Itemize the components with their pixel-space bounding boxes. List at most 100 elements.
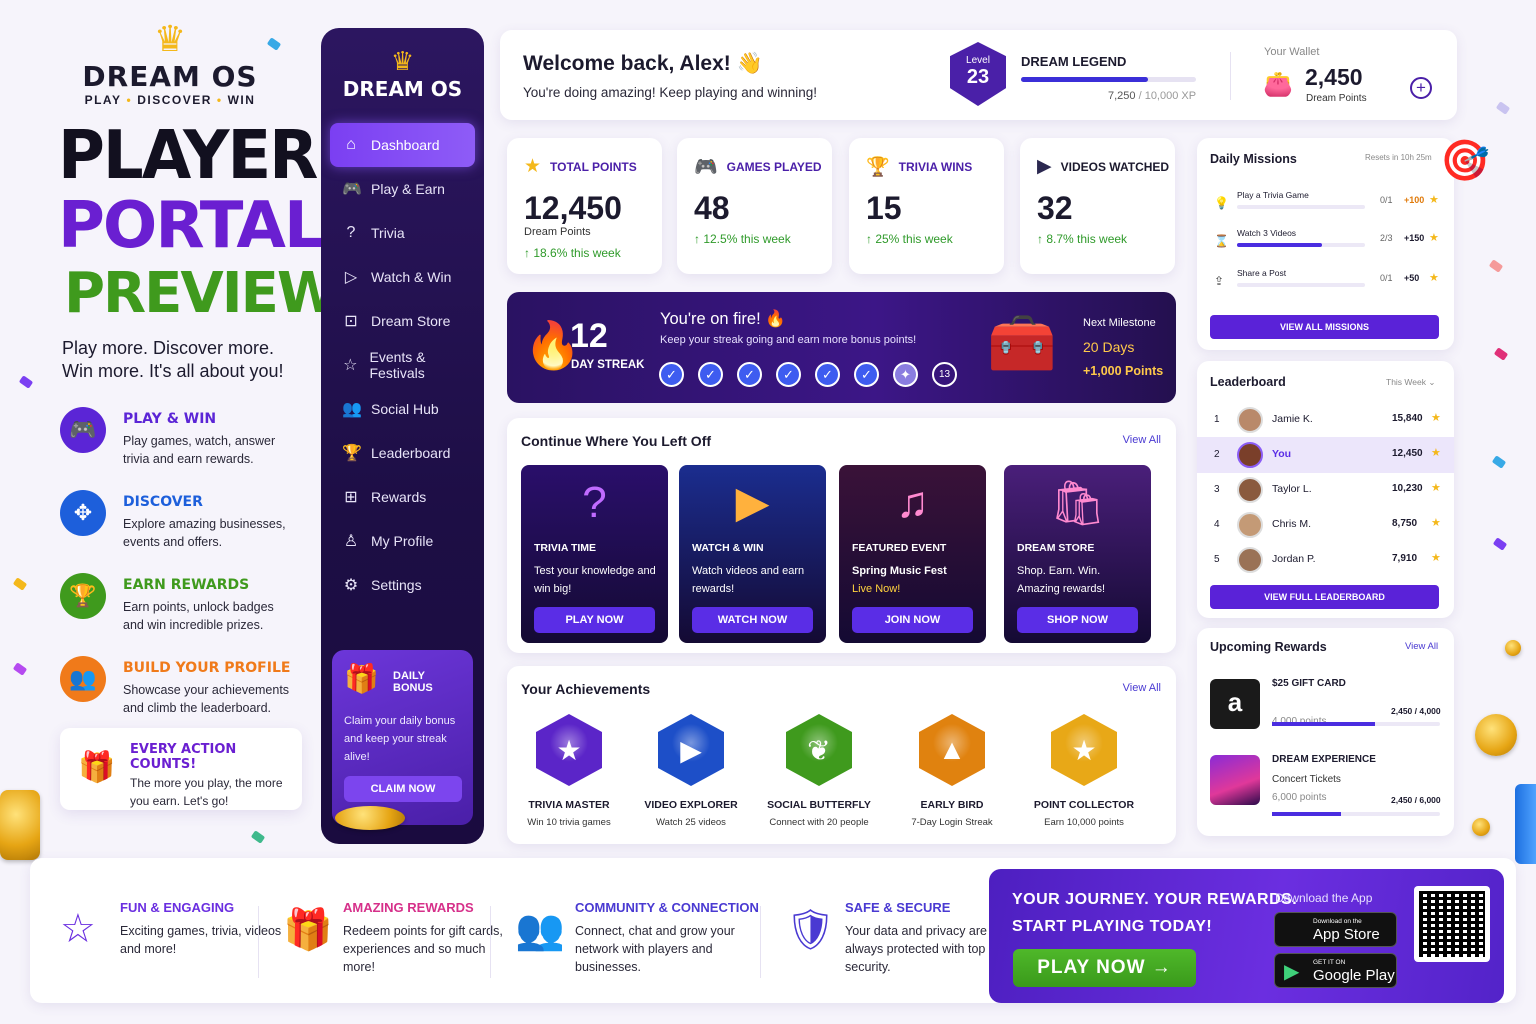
leaderboard-points: 7,910 — [1392, 553, 1418, 564]
feature-text: PLAY & WIN Play games, watch, answer triv… — [123, 407, 293, 468]
share-icon: ⇪ — [1214, 274, 1225, 288]
game-card-desc: Test your knowledge and win big! — [534, 565, 656, 595]
sidebar-item-rewards[interactable]: ⊞ Rewards — [330, 475, 475, 519]
view-all-missions-button[interactable]: VIEW ALL MISSIONS — [1210, 315, 1439, 339]
sidebar-item-label: Leaderboard — [371, 445, 451, 461]
sidebar-item-leaderboard[interactable]: 🏆 Leaderboard — [330, 431, 475, 475]
confetti — [18, 375, 34, 389]
game-card-desc: Shop. Earn. Win. Amazing rewards! — [1017, 565, 1106, 595]
game-card-art: ? — [582, 477, 607, 527]
achievement-badge[interactable]: ▲ EARLY BIRD 7-Day Login Streak — [890, 714, 1014, 828]
avatar — [1237, 407, 1263, 433]
game-card[interactable]: ? TRIVIA TIME Test your knowledge and win … — [521, 465, 668, 643]
mission-row[interactable]: ⇪ Share a Post 0/1 +50 ★ — [1210, 266, 1442, 296]
achievement-desc: Win 10 trivia games — [527, 817, 611, 828]
sidebar-item-watch-win[interactable]: ▷ Watch & Win — [330, 255, 475, 299]
gift-icon: ⊞ — [344, 489, 358, 506]
sidebar-item-play-earn[interactable]: 🎮 Play & Earn — [330, 167, 475, 211]
reward-progress-bar — [1272, 722, 1440, 726]
sidebar-item-events-festivals[interactable]: ☆ Events & Festivals — [330, 343, 475, 387]
leaderboard-row[interactable]: 4 Chris M. 8,750 ★ — [1197, 507, 1454, 543]
game-card[interactable]: ▶ WATCH & WIN Watch videos and earn reward… — [679, 465, 826, 643]
compass-icon: ✥ — [60, 490, 106, 536]
reward-sub: Concert Tickets — [1272, 774, 1341, 785]
sidebar-item-settings[interactable]: ⚙ Settings — [330, 563, 475, 607]
game-card-button[interactable]: JOIN NOW — [852, 607, 973, 633]
leaderboard-row[interactable]: 5 Jordan P. 7,910 ★ — [1197, 542, 1454, 578]
stat-title: GAMES PLAYED — [726, 160, 822, 174]
mission-reward: +150 — [1404, 233, 1425, 243]
mission-row[interactable]: ⌛ Watch 3 Videos 2/3 +150 ★ — [1210, 226, 1442, 256]
qr-code[interactable] — [1414, 886, 1490, 962]
bottom-feature-title: SAFE & SECURE — [845, 900, 951, 915]
shield-outline-icon: 🛡 — [785, 908, 836, 952]
achievements-view-all-link[interactable]: View All — [1123, 682, 1161, 694]
point-collector-badge-icon: ★ — [1051, 714, 1117, 786]
game-card[interactable]: 🛍 DREAM STORE Shop. Earn. Win. Amazing rew… — [1004, 465, 1151, 643]
feature-text: BUILD YOUR PROFILE Showcase your achievem… — [123, 656, 293, 717]
daily-missions-card: Daily Missions Resets in 10h 25m 💡 Play a… — [1197, 138, 1454, 350]
leaderboard-points: 10,230 — [1392, 483, 1423, 494]
level-badge: Level 23 — [950, 42, 1006, 106]
sidebar-item-social-hub[interactable]: 👥 Social Hub — [330, 387, 475, 431]
reward-progress: 2,450 / 4,000 — [1391, 706, 1441, 716]
app-store-button[interactable]: Download on the App Store — [1274, 912, 1397, 947]
claim-now-button[interactable]: CLAIM NOW — [344, 776, 462, 802]
brand-name: DREAM OS — [82, 60, 258, 93]
trophy-icon: 🏆 — [60, 573, 106, 619]
xp-readout: 7,250 / 10,000 XP — [1108, 90, 1196, 102]
bottom-feature-title: AMAZING REWARDS — [343, 900, 474, 915]
leaderboard-period-select[interactable]: This Week ⌄ — [1386, 377, 1435, 388]
game-card-desc: Watch videos and earn rewards! — [692, 565, 805, 595]
avatar — [1237, 442, 1263, 468]
game-card-category: TRIVIA TIME — [534, 542, 597, 554]
game-card-button[interactable]: PLAY NOW — [534, 607, 655, 633]
sidebar-item-my-profile[interactable]: ♙ My Profile — [330, 519, 475, 563]
game-card-art: ♫ — [896, 477, 929, 527]
game-card-button[interactable]: WATCH NOW — [692, 607, 813, 633]
game-card-desc-wrap: Shop. Earn. Win. Amazing rewards! — [1017, 562, 1142, 598]
leaderboard-row[interactable]: 2 You 12,450 ★ — [1197, 437, 1454, 473]
add-points-button[interactable]: + — [1410, 77, 1432, 99]
bottom-feature-desc: Exciting games, trivia, videos and more! — [120, 924, 282, 956]
check-icon: ✓ — [854, 362, 879, 387]
view-full-leaderboard-button[interactable]: VIEW FULL LEADERBOARD — [1210, 585, 1439, 609]
achievement-badge[interactable]: ❦ SOCIAL BUTTERFLY Connect with 20 people — [757, 714, 881, 828]
achievement-badge[interactable]: ▶ VIDEO EXPLORER Watch 25 videos — [629, 714, 753, 828]
achievement-badge[interactable]: ★ TRIVIA MASTER Win 10 trivia games — [507, 714, 631, 828]
welcome-title: Welcome back, Alex! 👋 — [523, 52, 763, 75]
rewards-view-all-link[interactable]: View All — [1405, 641, 1438, 652]
sidebar-item-dream-store[interactable]: ⊡ Dream Store — [330, 299, 475, 343]
leaderboard-row[interactable]: 1 Jamie K. 15,840 ★ — [1197, 402, 1454, 438]
mission-row[interactable]: 💡 Play a Trivia Game 0/1 +100 ★ — [1210, 188, 1442, 218]
feature-item: 🎮 PLAY & WIN Play games, watch, answer tri… — [60, 407, 300, 468]
reward-item[interactable]: a$25 GIFT CARD4,000 points2,450 / 4,000 — [1207, 676, 1447, 738]
google-play-button[interactable]: ▶ GET IT ON Google Play — [1274, 953, 1397, 988]
achievement-name: TRIVIA MASTER — [528, 799, 610, 811]
play-now-button[interactable]: PLAY NOW → — [1013, 949, 1196, 987]
gift-icon: 🎁 — [78, 751, 116, 784]
early-bird-badge-icon: ▲ — [919, 714, 985, 786]
game-card[interactable]: ♫ FEATURED EVENT Spring Music Fest Live Now… — [839, 465, 986, 643]
continue-view-all-link[interactable]: View All — [1123, 434, 1161, 446]
xp-total: / 10,000 XP — [1135, 90, 1197, 102]
daily-bonus-desc: Claim your daily bonus and keep your str… — [344, 715, 456, 763]
sidebar: ♛ DREAM OS ⌂ Dashboard 🎮 Play & Earn? Trivia… — [321, 28, 484, 844]
achievement-badge[interactable]: ★ POINT COLLECTOR Earn 10,000 points — [1022, 714, 1146, 828]
coin-stack — [0, 790, 40, 860]
hourglass-icon: ⌛ — [1214, 234, 1229, 248]
confetti — [1491, 455, 1507, 469]
app-store-small: Download on the — [1313, 918, 1362, 925]
leaderboard-name: Chris M. — [1272, 518, 1312, 530]
achievement-name: VIDEO EXPLORER — [644, 799, 738, 811]
gift-outline-icon: 🎁 — [283, 908, 333, 952]
welcome-header: Welcome back, Alex! 👋 You're doing amazi… — [500, 30, 1457, 120]
coin-pile — [335, 806, 405, 830]
game-card-desc-wrap: Test your knowledge and win big! — [534, 562, 659, 598]
leaderboard-row[interactable]: 3 Taylor L. 10,230 ★ — [1197, 472, 1454, 508]
reward-item[interactable]: DREAM EXPERIENCE Concert Tickets 6,000 poi… — [1207, 752, 1447, 816]
sidebar-item-trivia[interactable]: ? Trivia — [330, 211, 475, 255]
game-card-button[interactable]: SHOP NOW — [1017, 607, 1138, 633]
sidebar-item-dashboard[interactable]: ⌂ Dashboard — [330, 123, 475, 167]
leaderboard-name: You — [1272, 448, 1292, 460]
